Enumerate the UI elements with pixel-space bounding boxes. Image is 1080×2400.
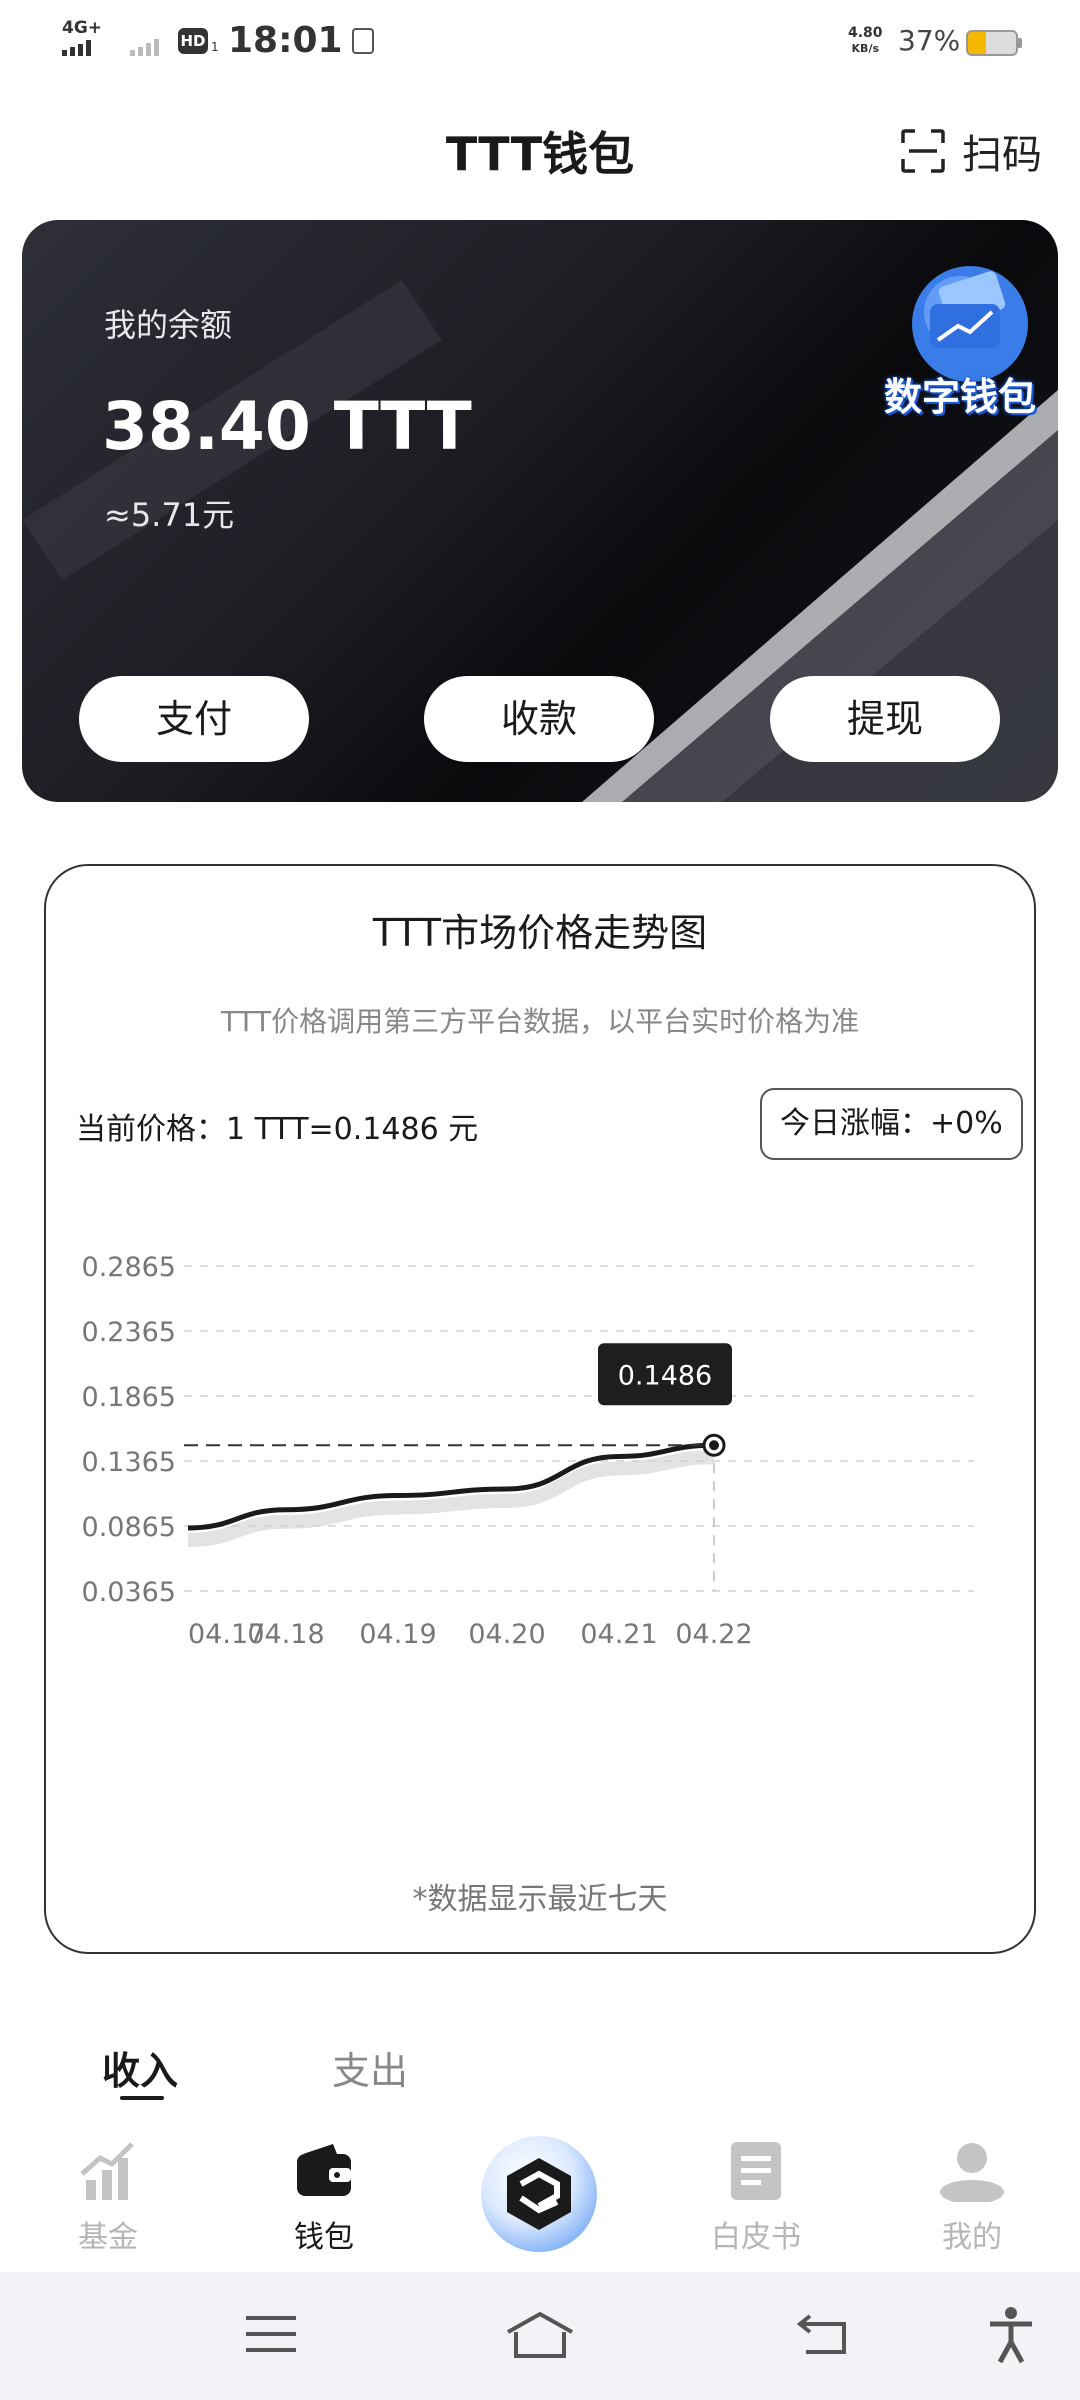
chart-trend-icon	[80, 2142, 134, 2200]
chart-subtitle: TTT价格调用第三方平台数据，以平台实时价格为准	[220, 1005, 860, 1038]
highlight-point-center	[709, 1440, 719, 1451]
wallet-icon	[297, 2144, 351, 2196]
tab-expense[interactable]: 支出	[332, 2040, 408, 2095]
current-price: 当前价格：1 TTT=0.1486 元	[76, 1112, 479, 1147]
signal-icon	[62, 40, 91, 56]
scan-button[interactable]: 扫码	[900, 124, 1042, 178]
signal-icon-2	[130, 39, 159, 56]
notification-icon	[352, 28, 374, 54]
scan-label: 扫码	[962, 132, 1042, 178]
app-logo-icon	[507, 2158, 571, 2230]
accessibility-icon[interactable]	[986, 2306, 1036, 2364]
system-nav-bar	[0, 2272, 1080, 2400]
nav-fund-label: 基金	[78, 2220, 138, 2255]
hd-icon: HD	[178, 28, 208, 54]
document-icon	[731, 2142, 781, 2200]
battery-percent: 37%	[898, 24, 961, 57]
badge-text: 数字钱包	[884, 375, 1037, 419]
price-line-chart[interactable]: 0.0365 0.0865 0.1365 0.1865 0.2365 0.2865 04.1…	[46, 1206, 1038, 1766]
status-bar: 4G+ HD 1 18:01 4.80 KB/s 37%	[0, 0, 1080, 84]
y-tick-label: 0.1865	[82, 1382, 176, 1413]
nav-fund[interactable]: 基金	[38, 2140, 178, 2256]
y-tick-label: 0.2365	[82, 1317, 176, 1348]
scan-icon	[901, 129, 945, 173]
nav-wallet-label: 钱包	[294, 2220, 354, 2255]
x-tick-label: 04.22	[675, 1619, 752, 1650]
nav-wallet[interactable]: 钱包	[254, 2140, 394, 2256]
y-tick-label: 0.0365	[82, 1577, 176, 1608]
bottom-nav: 基金 钱包 白皮书 我的	[0, 2120, 1080, 2270]
net-speed-unit: KB/s	[851, 42, 880, 55]
y-tick-label: 0.1365	[82, 1447, 176, 1478]
network-type: 4G+	[62, 18, 103, 38]
chart-note: *数据显示最近七天	[412, 1882, 668, 1917]
nav-mine-label: 我的	[942, 2220, 1002, 2255]
balance-approx: ≈5.71元	[104, 496, 235, 534]
nav-home-logo[interactable]	[481, 2136, 597, 2252]
nav-whitepaper[interactable]: 白皮书	[686, 2140, 826, 2256]
x-tick-label: 04.19	[359, 1619, 436, 1650]
tab-income-underline	[120, 2096, 164, 2100]
menu-icon[interactable]	[244, 2314, 298, 2354]
hd-sub: 1	[211, 40, 219, 54]
chart-title: TTT市场价格走势图	[372, 911, 708, 955]
back-icon[interactable]	[796, 2312, 850, 2356]
balance-label: 我的余额	[104, 306, 233, 344]
receive-button[interactable]: 收款	[424, 676, 654, 762]
daily-change-badge: 今日涨幅：+0%	[760, 1088, 1023, 1160]
net-speed-value: 4.80	[848, 25, 883, 41]
tab-income-label: 收入	[102, 2049, 179, 2093]
user-icon	[940, 2143, 1004, 2204]
series-line-shadow	[187, 1450, 715, 1547]
net-speed: 4.80 KB/s	[848, 26, 883, 56]
balance-card: 我的余额 38.40 TTT ≈5.71元 数字钱包 支付 收款 提现	[22, 220, 1058, 802]
withdraw-button[interactable]: 提现	[770, 676, 1000, 762]
clock: 18:01	[228, 20, 343, 61]
series-line	[187, 1442, 715, 1531]
tooltip-value: 0.1486	[618, 1360, 712, 1391]
home-icon[interactable]	[504, 2310, 576, 2360]
balance-amount: 38.40 TTT	[102, 388, 472, 465]
price-chart-card: TTT市场价格走势图 TTT价格调用第三方平台数据，以平台实时价格为准 当前价格…	[44, 864, 1036, 1954]
nav-whitepaper-label: 白皮书	[711, 2220, 801, 2255]
x-tick-label: 04.21	[580, 1619, 657, 1650]
tab-income[interactable]: 收入	[102, 2040, 179, 2100]
pay-button[interactable]: 支付	[79, 676, 309, 762]
battery-tip	[1018, 38, 1022, 48]
digital-wallet-badge: 数字钱包	[862, 256, 1058, 419]
nav-mine[interactable]: 我的	[902, 2140, 1042, 2256]
x-tick-label: 04.20	[468, 1619, 545, 1650]
x-tick-label: 04.18	[247, 1619, 324, 1650]
y-tick-label: 0.2865	[82, 1252, 176, 1283]
battery-icon	[966, 30, 1018, 56]
y-tick-label: 0.0865	[82, 1512, 176, 1543]
